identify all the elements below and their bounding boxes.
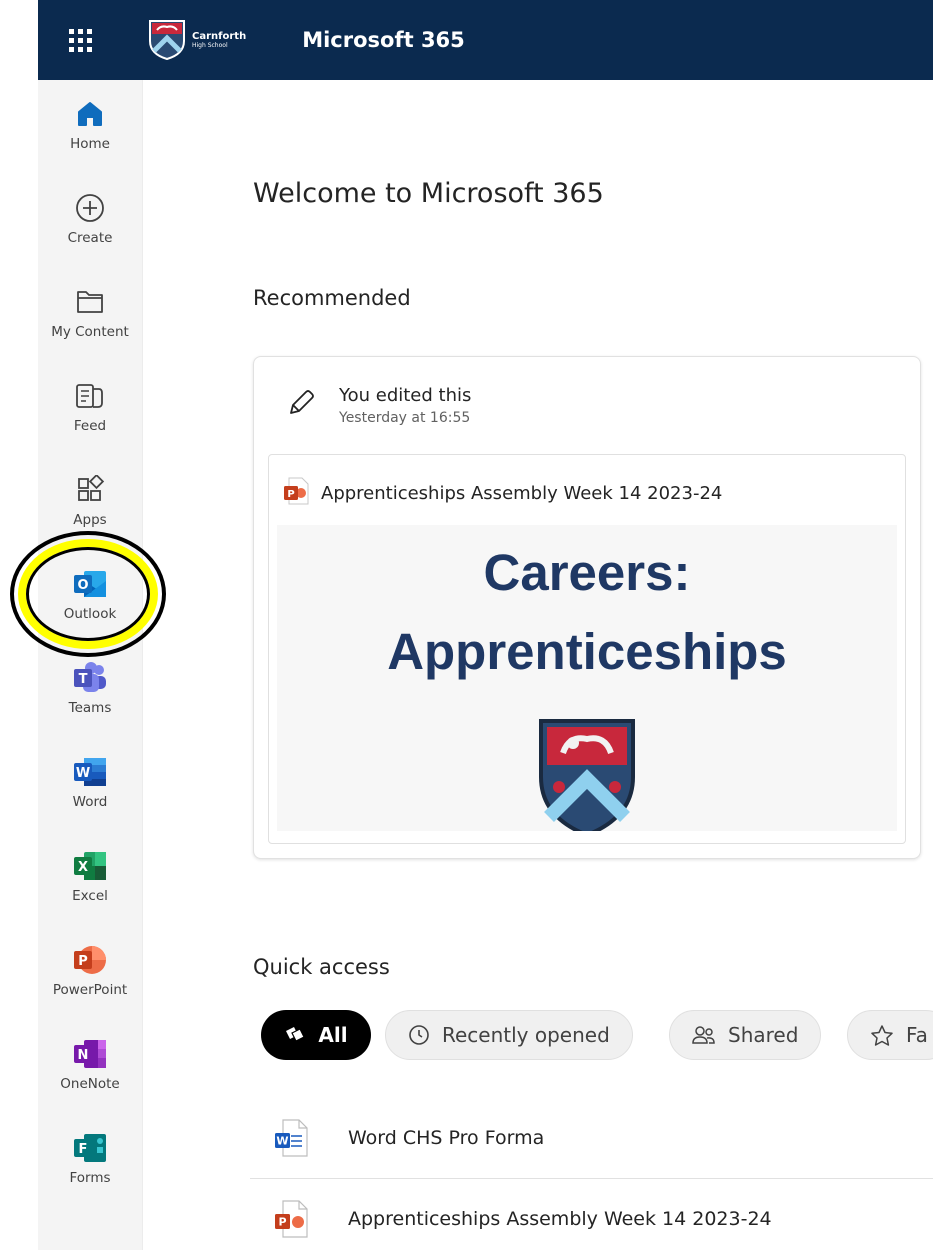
svg-text:N: N [78,1048,89,1063]
rail-label: Home [70,136,110,152]
file-row[interactable]: P Apprenticeships Assembly Week 14 2023-… [250,1179,933,1259]
svg-text:P: P [287,489,294,500]
school-logo[interactable]: Carnforth High School [147,19,246,61]
file-name: Word CHS Pro Forma [348,1127,545,1149]
app-title[interactable]: Microsoft 365 [302,28,465,52]
filter-label: Recently opened [442,1023,610,1047]
filter-recently-opened[interactable]: Recently opened [385,1010,633,1060]
pencil-icon [285,385,315,426]
filter-label: Fa [906,1023,928,1047]
rail-label: Word [72,794,108,810]
school-subname: High School [192,41,228,49]
card-activity: You edited this Yesterday at 16:55 [285,385,471,426]
plus-circle-icon [70,188,110,228]
preview-title-line2: Apprenticeships [387,623,787,680]
forms-icon: F [70,1128,110,1168]
rail-label: Outlook [63,606,117,622]
powerpoint-icon: P [70,940,110,980]
svg-text:T: T [79,672,88,687]
rail-label: Teams [68,700,112,716]
people-icon [692,1024,716,1046]
teams-icon: T [70,658,110,698]
svg-text:W: W [76,766,90,781]
svg-text:F: F [79,1142,88,1157]
outlook-icon: O [70,564,110,604]
recommended-card[interactable]: You edited this Yesterday at 16:55 P App… [253,356,921,859]
home-icon [70,94,110,134]
preview-title-line1: Careers: [483,544,691,601]
recommended-heading: Recommended [253,286,411,310]
feed-icon [70,376,110,416]
filter-all[interactable]: All [261,1010,371,1060]
star-icon [870,1024,894,1046]
left-nav-rail: Home Create My Content Feed Apps O Outlo… [38,80,143,1250]
school-crest-icon [149,20,185,61]
svg-text:X: X [78,860,88,875]
filter-favorites[interactable]: Fa [847,1010,933,1060]
onenote-icon: N [70,1034,110,1074]
school-name: Carnforth [192,30,247,42]
svg-text:P: P [78,954,88,969]
left-margin [0,0,38,80]
word-file-icon: W [274,1118,308,1158]
filter-label: Shared [728,1023,799,1047]
excel-icon: X [70,846,110,886]
svg-text:P: P [278,1216,286,1229]
activity-label: You edited this [339,385,472,406]
rail-label: Apps [73,512,107,528]
rail-label: PowerPoint [52,982,128,998]
quick-access-heading: Quick access [253,955,390,979]
top-bar: Carnforth High School Microsoft 365 [38,0,933,80]
school-crest-icon [539,719,635,831]
file-name: Apprenticeships Assembly Week 14 2023-24 [348,1208,772,1230]
filter-shared[interactable]: Shared [669,1010,822,1060]
rail-label: My Content [51,324,129,340]
svg-text:W: W [276,1135,288,1148]
svg-text:O: O [77,578,88,593]
main-content: Welcome to Microsoft 365 Recommended You… [143,80,933,1250]
apps-icon [70,470,110,510]
folder-icon [70,282,110,322]
file-row[interactable]: W Word CHS Pro Forma [250,1098,933,1179]
filter-label: All [318,1023,348,1047]
rail-label: Create [67,230,113,246]
app-launcher-button[interactable] [50,0,110,80]
word-icon: W [70,752,110,792]
activity-time: Yesterday at 16:55 [339,410,471,426]
document-tile[interactable]: P Apprenticeships Assembly Week 14 2023-… [268,454,906,844]
rail-label: Excel [72,888,108,904]
files-icon [284,1025,306,1045]
document-name: Apprenticeships Assembly Week 14 2023-24 [321,482,723,504]
page-title: Welcome to Microsoft 365 [253,178,604,209]
document-preview: Careers: Apprenticeships [277,525,897,831]
quick-access-filters: All Recently opened Shared Fa [261,1010,933,1062]
powerpoint-file-icon: P [283,477,309,509]
rail-label: Forms [69,1170,111,1186]
waffle-icon [68,28,92,52]
clock-icon [408,1024,430,1046]
rail-label: Feed [73,418,107,434]
rail-label: OneNote [60,1076,120,1092]
powerpoint-file-icon: P [274,1199,308,1239]
